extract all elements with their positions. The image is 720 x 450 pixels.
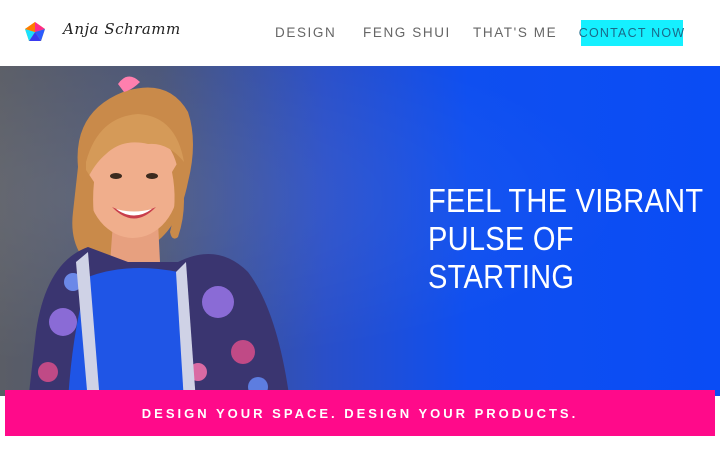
nav-item-thats-me[interactable]: THAT'S ME — [473, 25, 557, 40]
hero-section: FEEL THE VIBRANT PULSE OF STARTING — [0, 66, 720, 396]
contact-now-button[interactable]: CONTACT NOW — [579, 20, 684, 46]
headline-line-1: FEEL THE VIBRANT — [428, 182, 704, 219]
portrait-photo — [28, 76, 290, 396]
site-header: Anja Schramm DESIGN FENG SHUI THAT'S ME … — [0, 0, 720, 66]
tagline-banner: DESIGN YOUR SPACE. DESIGN YOUR PRODUCTS. — [5, 390, 715, 436]
headline-line-3: STARTING — [428, 258, 575, 295]
nav-item-design[interactable]: DESIGN — [275, 25, 336, 40]
nav-item-feng-shui[interactable]: FENG SHUI — [363, 25, 451, 40]
hero-headline: FEEL THE VIBRANT PULSE OF STARTING — [428, 182, 704, 296]
tagline-text: DESIGN YOUR SPACE. DESIGN YOUR PRODUCTS. — [141, 405, 579, 421]
main-nav: DESIGN FENG SHUI THAT'S ME CONTACT NOW — [0, 0, 720, 66]
headline-line-2: PULSE OF — [428, 220, 574, 257]
